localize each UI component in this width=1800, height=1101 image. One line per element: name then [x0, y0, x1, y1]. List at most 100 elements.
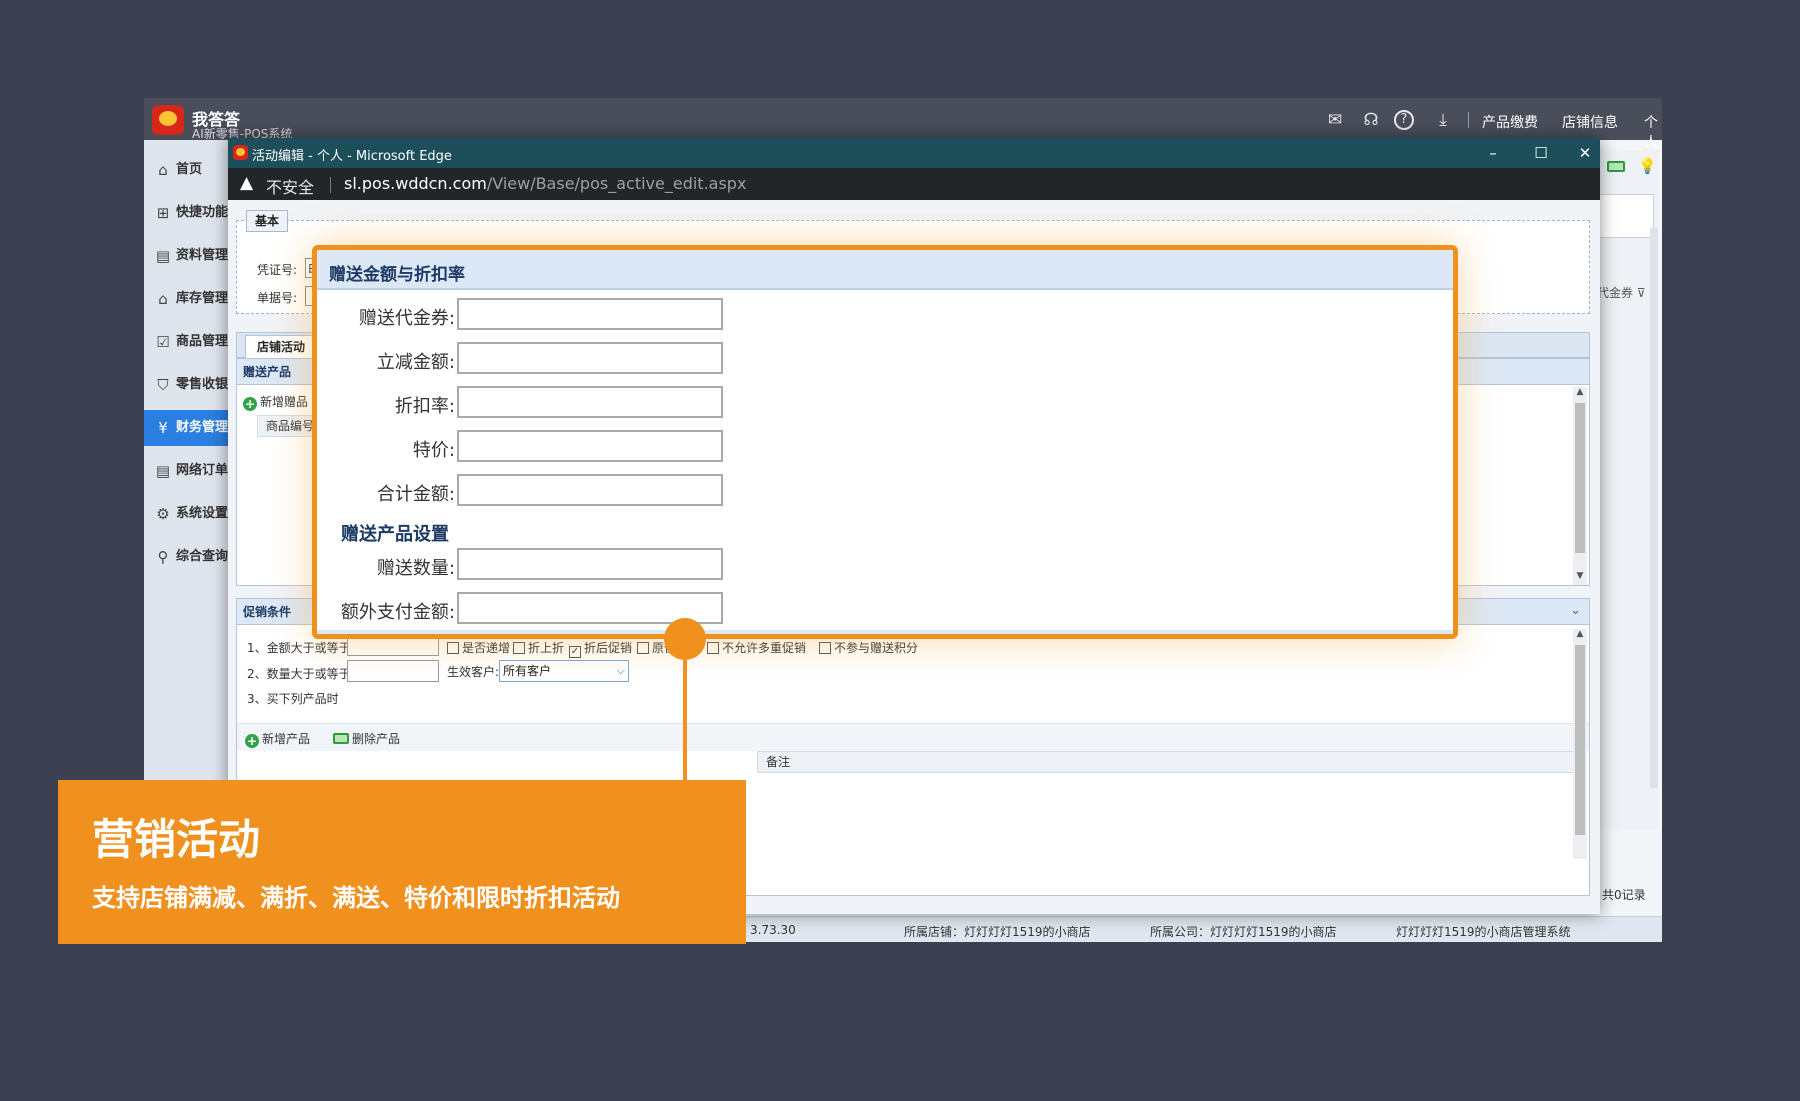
maximize-button[interactable]: ☐	[1526, 141, 1556, 165]
brand-subtitle: AI新零售-POS系统	[192, 127, 293, 139]
gift-quantity-label: 赠送数量:	[376, 558, 455, 579]
mail-icon[interactable]: ✉	[1324, 110, 1346, 130]
help-icon[interactable]: ?	[1394, 110, 1414, 130]
gift-discount-highlight-panel: 赠送金额与折扣率 赠送代金券: 立减金额: 折扣率: 特价: 合计金额: 赠送产…	[312, 245, 1458, 639]
minimize-button[interactable]: –	[1478, 141, 1508, 165]
sidebar-item-label: 综合查询	[176, 549, 229, 564]
checkbox-box: ✓	[569, 646, 581, 658]
no-multiple-promo-checkbox[interactable]: 不允许多重促销	[707, 639, 806, 656]
instant-discount-input[interactable]	[457, 342, 723, 374]
sidebar-item-query[interactable]: ⚲ 综合查询	[144, 539, 230, 575]
collapse-icon[interactable]: ⌄	[1570, 603, 1581, 618]
callout-title: 营销活动	[92, 815, 261, 864]
cond-toolbar: + 新增产品 删除产品	[237, 723, 1589, 751]
remark-column-header[interactable]: 备注	[757, 751, 1577, 773]
sidebar-item-label: 商品管理	[176, 334, 229, 349]
sidebar-item-finance[interactable]: ¥ 财务管理	[144, 410, 230, 446]
checkbox-label: 折上折	[528, 641, 565, 655]
warehouse-icon: ⌂	[158, 290, 168, 308]
lightbulb-icon[interactable]: 💡	[1638, 157, 1657, 175]
sidebar-item-retail[interactable]: ⛉ 零售收银	[144, 367, 230, 403]
sidebar-item-online-orders[interactable]: ▤ 网络订单	[144, 453, 230, 489]
sidebar-item-label: 资料管理	[176, 248, 229, 263]
product-icon: ☑	[156, 333, 170, 351]
discount-rate-label: 折扣率:	[394, 396, 455, 417]
add-gift-label: 新增赠品	[260, 395, 309, 409]
stacked-discount-checkbox[interactable]: 折上折	[513, 639, 564, 656]
scroll-up-icon[interactable]: ▲	[1573, 387, 1587, 397]
min-quantity-input[interactable]	[347, 660, 439, 682]
product-code-column-header[interactable]: 商品编号	[257, 415, 317, 437]
total-amount-label: 合计金额:	[376, 484, 455, 505]
sidebar-item-shortcuts[interactable]: ⊞ 快捷功能	[144, 195, 230, 231]
sidebar-item-settings[interactable]: ⚙ 系统设置	[144, 496, 230, 532]
add-product-button[interactable]: + 新增产品	[245, 730, 310, 748]
app-vertical-scrollbar[interactable]	[1650, 228, 1658, 788]
scroll-thumb[interactable]	[1575, 645, 1585, 835]
effective-customer-select[interactable]: 所有客户 ⌵	[499, 660, 629, 682]
delete-product-button[interactable]: 删除产品	[333, 730, 400, 747]
cond-amount-label: 1、金额大于或等于	[247, 641, 351, 655]
callout-connector-dot	[664, 618, 706, 660]
topbar-divider	[1468, 112, 1469, 128]
voucher-column-label: 代金券	[1597, 286, 1634, 300]
post-discount-promo-checkbox[interactable]: ✓ 折后促销	[569, 639, 632, 658]
checkbox-label: 折后促销	[584, 641, 633, 655]
scroll-thumb[interactable]	[1575, 403, 1585, 553]
edge-titlebar[interactable]: 活动编辑 - 个人 - Microsoft Edge – ☐ ✕	[228, 138, 1600, 168]
checkbox-box	[819, 642, 831, 654]
doc-number-label: 单据号:	[257, 291, 298, 305]
gift-quantity-input[interactable]	[457, 548, 723, 580]
special-price-input[interactable]	[457, 430, 723, 462]
total-amount-input[interactable]	[457, 474, 723, 506]
add-product-label: 新增产品	[262, 732, 311, 746]
scroll-up-icon[interactable]: ▲	[1573, 629, 1587, 639]
discount-rate-input[interactable]	[457, 386, 723, 418]
url-text[interactable]: sl.pos.wddcn.com/View/Base/pos_active_ed…	[344, 174, 746, 193]
address-bar[interactable]: ▲ 不安全 sl.pos.wddcn.com/View/Base/pos_act…	[228, 168, 1600, 200]
card-icon[interactable]	[1607, 161, 1625, 172]
plus-icon: +	[245, 734, 259, 748]
basic-legend: 基本	[246, 210, 288, 232]
status-company: 所属公司：灯灯灯灯1519的小商店	[1150, 925, 1337, 939]
chevron-down-icon: ⌵	[616, 664, 625, 677]
grid-icon: ⊞	[156, 204, 170, 222]
warning-icon[interactable]: ▲	[240, 173, 253, 193]
order-icon: ▤	[155, 462, 171, 480]
checkbox-box	[513, 642, 525, 654]
gift-panel-scrollbar[interactable]: ▲ ▼	[1573, 387, 1587, 585]
voucher-label: 凭证号:	[257, 263, 298, 277]
status-version: 3.73.30	[750, 923, 796, 937]
gift-product-settings-title: 赠送产品设置	[341, 524, 449, 545]
sidebar-item-inventory[interactable]: ⌂ 库存管理	[144, 281, 230, 317]
app-edge-input[interactable]	[1596, 194, 1654, 238]
sidebar-item-products[interactable]: ☑ 商品管理	[144, 324, 230, 360]
cashier-icon: ⛉	[157, 376, 169, 394]
top-link-store-info[interactable]: 店铺信息	[1562, 112, 1618, 132]
instant-discount-label: 立减金额:	[376, 352, 455, 373]
download-icon[interactable]: ⤓	[1432, 110, 1454, 130]
url-host: sl.pos.wddcn.com	[344, 174, 487, 193]
add-gift-button[interactable]: + 新增赠品	[243, 393, 308, 411]
sidebar-item-home[interactable]: ⌂ 首页	[144, 152, 230, 188]
filter-icon[interactable]: ⊽	[1637, 286, 1646, 300]
cond-panel-scrollbar[interactable]: ▲	[1573, 629, 1587, 859]
close-button[interactable]: ✕	[1574, 141, 1596, 165]
insecure-label[interactable]: 不安全	[266, 174, 314, 198]
scroll-down-icon[interactable]: ▼	[1573, 571, 1587, 581]
headset-icon[interactable]: ☊	[1360, 110, 1382, 130]
top-link-product-fee[interactable]: 产品缴费	[1482, 112, 1538, 132]
callout-connector-line	[683, 655, 687, 785]
voucher-column-header[interactable]: 代金券 ⊽	[1597, 284, 1646, 301]
gift-voucher-input[interactable]	[457, 298, 723, 330]
sidebar-item-label: 网络订单	[176, 463, 229, 478]
incremental-checkbox[interactable]: 是否递增	[447, 639, 510, 656]
yen-icon: ¥	[158, 419, 168, 437]
tab-store-activity[interactable]: 店铺活动	[245, 335, 317, 359]
url-path: /View/Base/pos_active_edit.aspx	[486, 174, 747, 193]
cond-quantity-label: 2、数量大于或等于	[247, 667, 351, 681]
no-gift-points-checkbox[interactable]: 不参与赠送积分	[819, 639, 918, 656]
effective-customer-value: 所有客户	[503, 664, 552, 678]
sidebar-item-data[interactable]: ▤ 资料管理	[144, 238, 230, 274]
search-icon: ⚲	[157, 548, 169, 566]
